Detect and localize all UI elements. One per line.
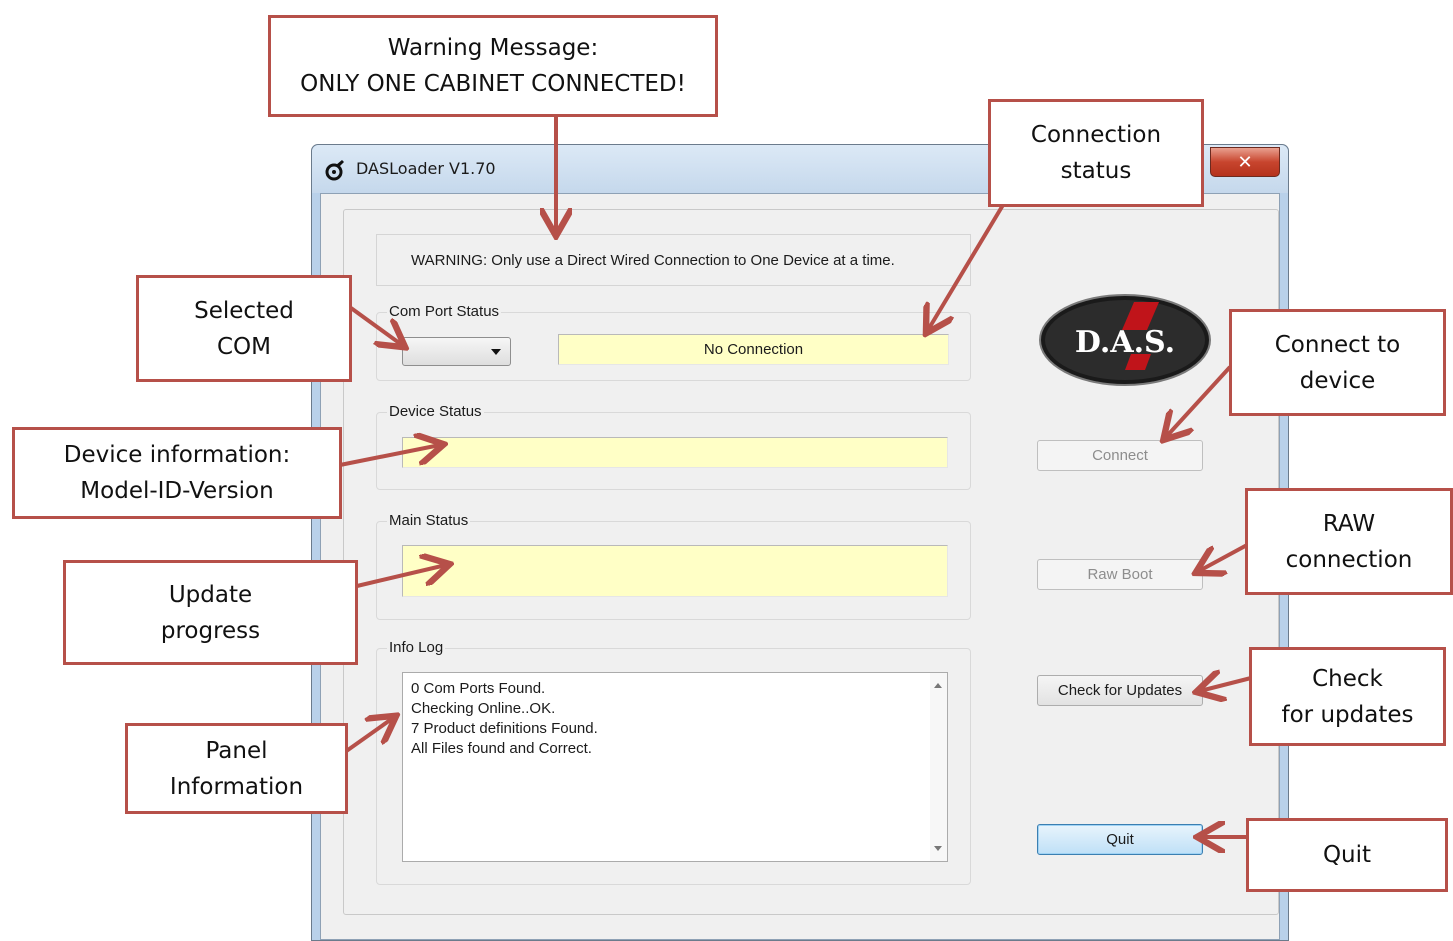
callout-line: COM — [216, 333, 271, 360]
callout-line: device — [1299, 367, 1376, 394]
callout-line: Selected — [194, 297, 294, 324]
check-updates-callout: Check for updates — [1249, 647, 1446, 746]
update-progress-callout: Update progress — [63, 560, 358, 665]
callout-line: for updates — [1281, 701, 1414, 728]
callout-line: Model-ID-Version — [80, 478, 274, 504]
callout-line: status — [1060, 158, 1132, 184]
panel-info-callout: Panel Information — [125, 723, 348, 814]
panel-info-arrow — [343, 718, 393, 754]
raw-connection-callout: RAW connection — [1245, 488, 1453, 595]
callout-line: Connect to — [1274, 331, 1401, 358]
callout-line: connection — [1285, 546, 1413, 573]
callout-line: Check — [1312, 665, 1383, 692]
selected-com-arrow — [349, 306, 402, 345]
callout-line: Information — [169, 773, 304, 800]
selected-com-callout: Selected COM — [136, 275, 352, 382]
quit-callout: Quit — [1246, 818, 1448, 892]
callout-line: Device information: — [63, 442, 291, 468]
connect-device-arrow — [1166, 365, 1232, 437]
callout-line: Panel — [205, 737, 268, 764]
callout-line: progress — [160, 617, 261, 644]
check-updates-arrow — [1200, 678, 1252, 691]
callout-line: RAW — [1322, 510, 1376, 537]
raw-connection-arrow — [1199, 543, 1248, 571]
connection-status-arrow — [928, 203, 1005, 330]
callout-line: Warning Message: — [387, 35, 599, 61]
callout-line: Update — [168, 581, 253, 608]
device-info-arrow — [339, 445, 440, 467]
device-info-callout: Device information: Model-ID-Version — [12, 427, 342, 519]
warning-callout: Warning Message: ONLY ONE CABINET CONNEC… — [268, 15, 718, 117]
callout-line: Quit — [1322, 842, 1372, 868]
connect-device-callout: Connect to device — [1229, 309, 1446, 416]
callout-line: ONLY ONE CABINET CONNECTED! — [300, 71, 686, 97]
connection-status-callout: Connection status — [988, 99, 1204, 207]
update-progress-arrow — [356, 565, 446, 588]
callout-line: Connection — [1030, 122, 1162, 148]
